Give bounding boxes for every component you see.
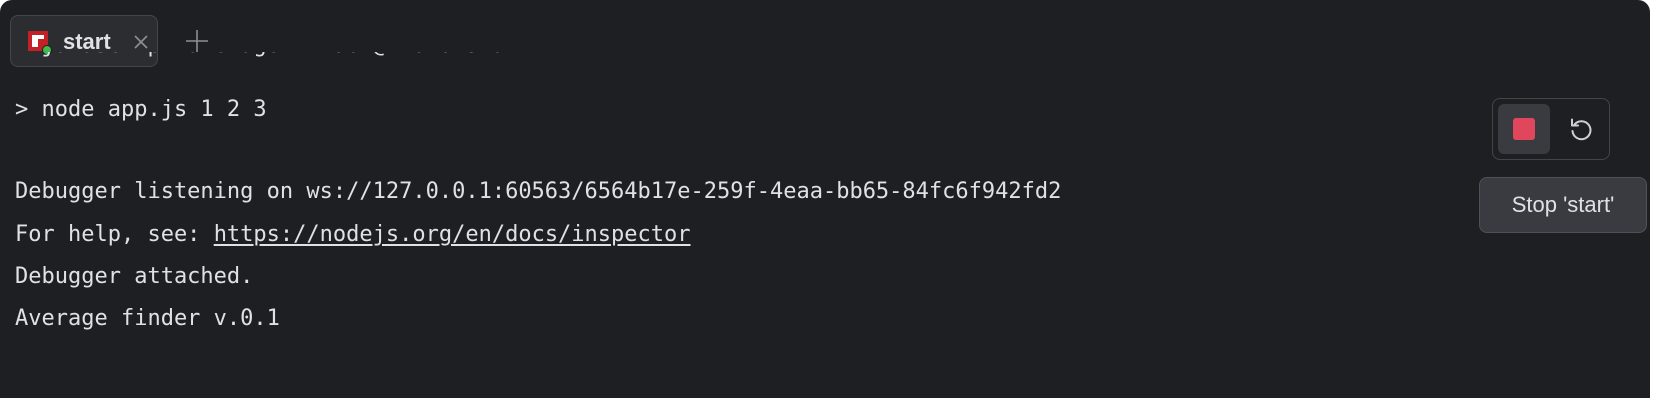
rerun-icon xyxy=(1571,118,1592,141)
stop-tooltip: Stop 'start' xyxy=(1479,177,1647,233)
stop-button[interactable] xyxy=(1498,104,1550,154)
stop-icon xyxy=(1513,118,1535,140)
plus-icon[interactable] xyxy=(184,28,210,54)
terminal-line: Debugger listening on ws://127.0.0.1:605… xyxy=(15,179,1062,204)
terminal-line-clipped: > javascript-average-finder@1.0.0 start xyxy=(15,52,532,60)
close-icon[interactable] xyxy=(131,32,151,52)
run-tab-bar: start xyxy=(0,0,1650,72)
inspector-docs-link[interactable]: https://nodejs.org/en/docs/inspector xyxy=(214,222,691,247)
run-tool-window: start > javascript-average-finder@1.0.0 … xyxy=(0,0,1650,398)
rerun-button[interactable] xyxy=(1557,104,1605,154)
run-toolbar xyxy=(1492,98,1610,160)
help-prefix: For help, see: xyxy=(15,222,214,247)
terminal-line: Average finder v.0.1 xyxy=(15,306,280,331)
terminal-line: > node app.js 1 2 3 xyxy=(15,97,267,122)
terminal-line-help: For help, see: https://nodejs.org/en/doc… xyxy=(15,221,691,249)
terminal-line: Debugger attached. xyxy=(15,264,254,289)
